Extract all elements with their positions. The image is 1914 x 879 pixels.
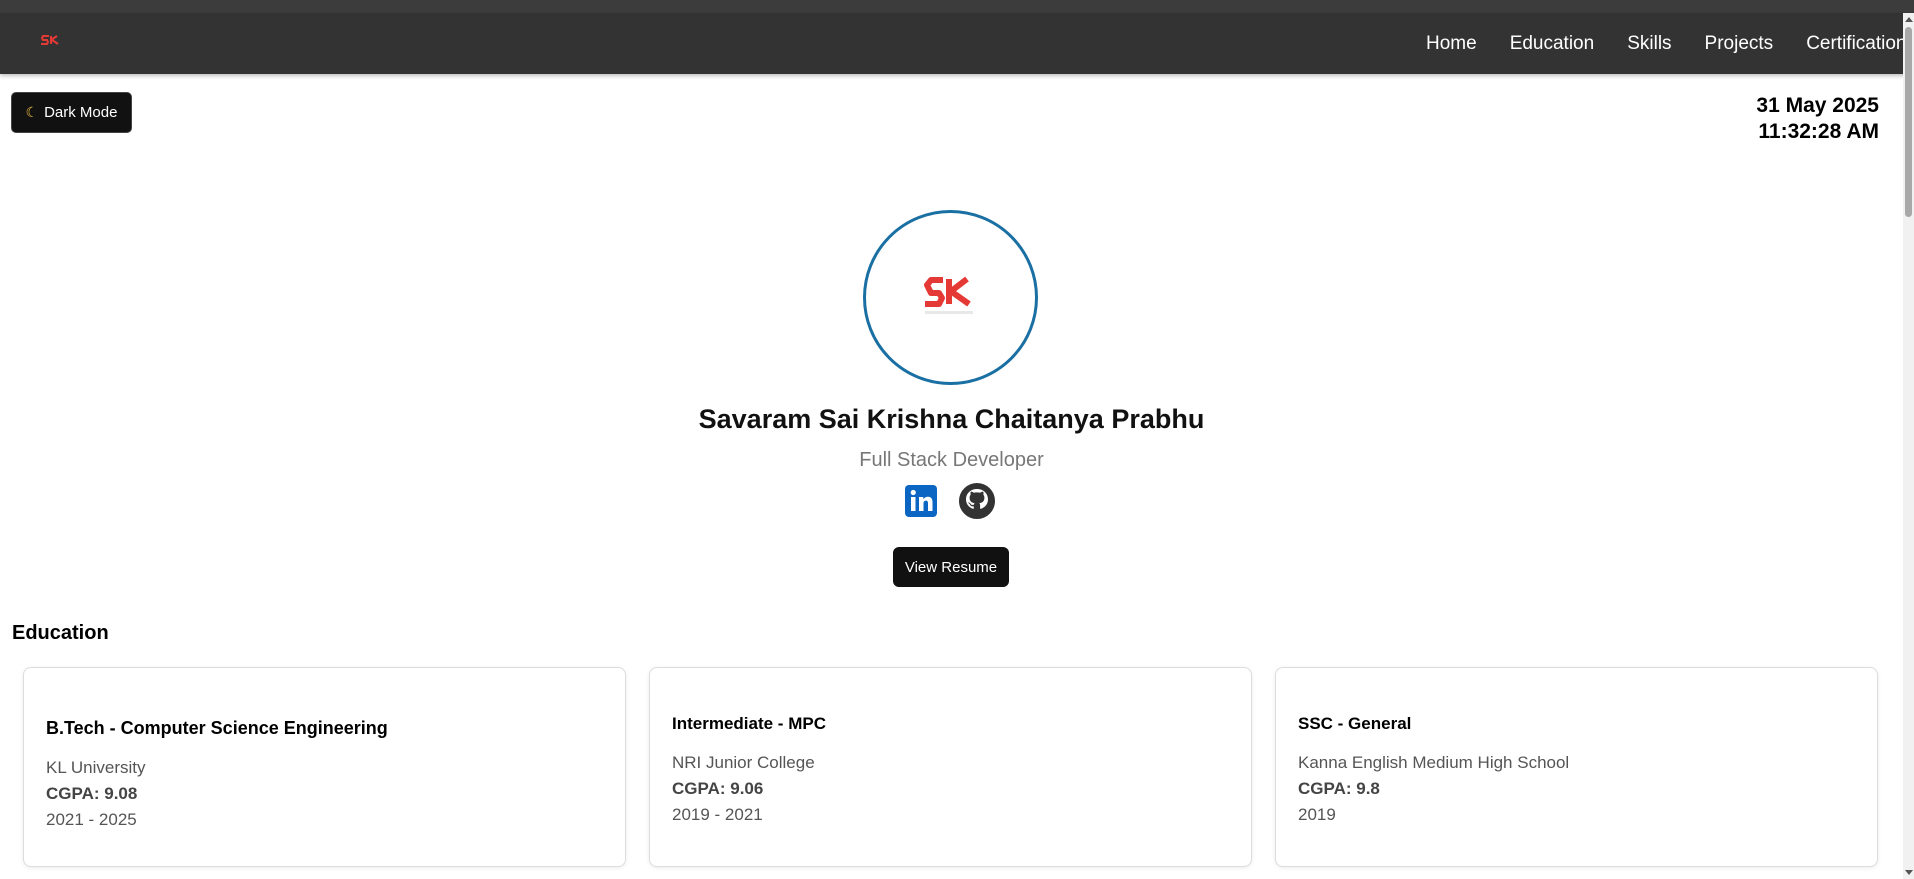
education-cgpa: CGPA: 9.06: [672, 779, 764, 798]
social-links: [903, 483, 995, 519]
education-cgpa: CGPA: 9.08: [46, 784, 138, 803]
education-card: SSC - General Kanna English Medium High …: [1275, 667, 1878, 867]
education-card: Intermediate - MPC NRI Junior College CG…: [649, 667, 1252, 867]
profile-name: Savaram Sai Krishna Chaitanya Prabhu: [698, 404, 1205, 434]
datetime-display: 31 May 2025 11:32:28 AM: [1756, 93, 1879, 145]
education-years: 2019 - 2021: [672, 805, 763, 824]
education-section-title: Education: [12, 622, 109, 644]
current-date: 31 May 2025: [1756, 94, 1879, 117]
education-card: B.Tech - Computer Science Engineering KL…: [23, 667, 626, 867]
education-institution: Kanna English Medium High School: [1298, 753, 1570, 772]
page-scrollbar[interactable]: [1903, 13, 1914, 879]
browser-top-strip: [0, 0, 1914, 13]
sk-logo-icon: [923, 276, 973, 314]
education-degree: Intermediate - MPC: [672, 714, 826, 733]
nav-link-skills[interactable]: Skills: [1627, 33, 1671, 55]
scroll-up-arrow-icon[interactable]: [1905, 17, 1913, 22]
nav-link-home[interactable]: Home: [1426, 33, 1477, 55]
github-icon[interactable]: [959, 483, 995, 519]
nav-link-certifications[interactable]: Certifications: [1806, 33, 1903, 55]
dark-mode-label: Dark Mode: [44, 104, 118, 121]
education-years: 2021 - 2025: [46, 810, 137, 829]
education-degree: SSC - General: [1298, 714, 1412, 733]
nav-links-container: Home Education Skills Projects Certifica…: [0, 13, 1903, 74]
moon-icon: ☾: [25, 104, 39, 120]
nav-link-projects[interactable]: Projects: [1705, 33, 1774, 55]
dark-mode-button[interactable]: ☾ Dark Mode: [11, 92, 132, 133]
view-resume-button[interactable]: View Resume: [893, 547, 1009, 587]
scroll-down-arrow-icon[interactable]: [1905, 870, 1913, 875]
education-institution: KL University: [46, 758, 146, 777]
current-time: 11:32:28 AM: [1758, 120, 1879, 143]
education-cgpa: CGPA: 9.8: [1298, 779, 1380, 798]
avatar: [863, 210, 1038, 385]
education-degree: B.Tech - Computer Science Engineering: [46, 718, 388, 738]
education-institution: NRI Junior College: [672, 753, 815, 772]
education-years: 2019: [1298, 805, 1336, 824]
scroll-thumb[interactable]: [1905, 27, 1912, 217]
profile-role: Full Stack Developer: [859, 449, 1044, 471]
linkedin-icon[interactable]: [903, 483, 939, 519]
nav-link-education[interactable]: Education: [1510, 33, 1595, 55]
